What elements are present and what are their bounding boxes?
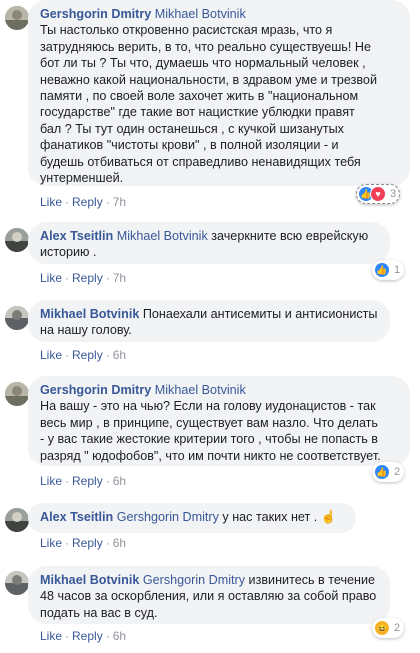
- comment-bubble: Mikhael Botvinik Gershgorin Dmitry извин…: [28, 566, 390, 624]
- comment-timestamp[interactable]: 6h: [113, 536, 126, 550]
- comment-text-line: На вашу - это на чью? Если на голову иуд…: [40, 399, 376, 414]
- comment-bubble: Mikhael Botvinik Понаехали антисемиты и …: [28, 300, 390, 342]
- comment-text-line: бал ? Ты тут один останешься , с кучкой …: [40, 121, 344, 136]
- comment-actions: Like · Reply · 7h: [40, 195, 127, 209]
- comment-text-line: унтерменшей.: [40, 171, 124, 186]
- comment-text-line: будешь отбиваться от справедливо ненавид…: [40, 154, 361, 169]
- comment-actions: Like · Reply · 7h: [40, 271, 127, 285]
- comment-bubble: Gershgorin Dmitry Mikhael Botvinik На ва…: [28, 376, 410, 466]
- reaction-count: 2: [394, 466, 401, 478]
- avatar[interactable]: [5, 508, 29, 532]
- reply-button[interactable]: Reply: [72, 348, 103, 362]
- comment-author[interactable]: Alex Tseitlin: [40, 229, 113, 243]
- comment-text-line: бот ли ты ? Ты что, думаешь что нормальн…: [40, 56, 366, 71]
- comment-mention[interactable]: Gershgorin Dmitry: [143, 573, 245, 587]
- comment-text-line: памяти , по своей воле захочет жить в "н…: [40, 89, 359, 104]
- comment-timestamp[interactable]: 6h: [113, 348, 126, 362]
- comment-text-line: весь мир , в принципе, существует вам на…: [40, 415, 378, 430]
- comment-author[interactable]: Gershgorin Dmitry: [40, 7, 151, 21]
- like-button[interactable]: Like: [40, 536, 62, 550]
- comment-timestamp[interactable]: 6h: [113, 629, 126, 643]
- reaction-summary[interactable]: 👍 2: [372, 462, 405, 482]
- comment-text-line: зачеркните всю еврейскую: [207, 229, 369, 243]
- comment-actions: Like · Reply · 6h: [40, 474, 127, 488]
- comment-text-line: фанатиков "чистоты крови" , в полной изо…: [40, 138, 339, 153]
- reply-button[interactable]: Reply: [72, 629, 103, 643]
- reply-button[interactable]: Reply: [72, 195, 103, 209]
- like-button[interactable]: Like: [40, 271, 62, 285]
- like-reaction-icon: 👍: [374, 464, 390, 480]
- comment-mention[interactable]: Mikhael Botvinik: [117, 229, 208, 243]
- comment-author[interactable]: Mikhael Botvinik: [40, 307, 139, 321]
- comment-actions: Like · Reply · 6h: [40, 629, 127, 643]
- like-button[interactable]: Like: [40, 629, 62, 643]
- comment-timestamp[interactable]: 7h: [113, 195, 126, 209]
- comment-actions: Like · Reply · 6h: [40, 536, 127, 550]
- pointing-up-emoji-icon: ☝: [320, 510, 337, 524]
- comment-bubble: Alex Tseitlin Mikhael Botvinik зачеркнит…: [28, 222, 390, 264]
- reaction-count: 3: [390, 188, 397, 200]
- reaction-summary[interactable]: 👍 1: [372, 260, 405, 280]
- comment-text-line: Ты настолько откровенно расистская мразь…: [40, 23, 333, 38]
- like-reaction-icon: 👍: [374, 262, 390, 278]
- comment-timestamp[interactable]: 7h: [113, 271, 126, 285]
- comment-text-line: неважно какой национальности, в здравом …: [40, 72, 377, 87]
- comment-author[interactable]: Mikhael Botvinik: [40, 573, 139, 587]
- comment-text-line: подать на вас в суд.: [40, 605, 158, 620]
- haha-reaction-icon: 😆: [374, 620, 390, 636]
- like-button[interactable]: Like: [40, 195, 62, 209]
- comment-text-line: затрудняюсь верить, в то, что реально су…: [40, 39, 371, 54]
- reply-button[interactable]: Reply: [72, 474, 103, 488]
- comment-timestamp[interactable]: 6h: [113, 474, 126, 488]
- comment-bubble: Gershgorin Dmitry Mikhael Botvinik Ты на…: [28, 0, 410, 186]
- reaction-count: 2: [394, 622, 401, 634]
- comment-text-line: 48 часов за оскорбления, или я оставляю …: [40, 589, 377, 604]
- comment-text-line: историю .: [40, 245, 97, 260]
- reaction-summary[interactable]: 😆 2: [372, 618, 405, 638]
- reaction-count: 1: [394, 264, 401, 276]
- like-button[interactable]: Like: [40, 474, 62, 488]
- like-button[interactable]: Like: [40, 348, 62, 362]
- comment-text-line: извинитесь в течение: [245, 573, 376, 587]
- comment-text-line: - у вас такие жестокие критерии того , ч…: [40, 432, 378, 447]
- avatar[interactable]: [5, 228, 29, 252]
- avatar[interactable]: [5, 571, 29, 595]
- avatar[interactable]: [5, 306, 29, 330]
- comment-mention[interactable]: Mikhael Botvinik: [155, 383, 246, 397]
- avatar[interactable]: [5, 6, 29, 30]
- comment-text-line: Понаехали антисемиты и антисионисты: [139, 307, 378, 321]
- love-reaction-icon: ♥: [370, 186, 386, 202]
- comment-text-line: разряд " юдофобов", что им почти никто н…: [40, 448, 381, 463]
- reaction-summary[interactable]: 👍 ♥ 3: [356, 184, 401, 204]
- comment-actions: Like · Reply · 6h: [40, 348, 127, 362]
- comment-bubble: Alex Tseitlin Gershgorin Dmitry у нас та…: [28, 503, 356, 533]
- comment-author[interactable]: Alex Tseitlin: [40, 510, 113, 524]
- comment-mention[interactable]: Gershgorin Dmitry: [117, 510, 219, 524]
- reply-button[interactable]: Reply: [72, 536, 103, 550]
- comment-mention[interactable]: Mikhael Botvinik: [155, 7, 246, 21]
- avatar[interactable]: [5, 382, 29, 406]
- comment-text-line: государстве" где такие вот нацисткие убл…: [40, 105, 355, 120]
- comment-thread: Gershgorin Dmitry Mikhael Botvinik Ты на…: [0, 0, 420, 653]
- comment-text-line: на нашу голову.: [40, 323, 132, 338]
- comment-author[interactable]: Gershgorin Dmitry: [40, 383, 151, 397]
- comment-text-line: у нас таких нет .: [218, 510, 321, 524]
- reply-button[interactable]: Reply: [72, 271, 103, 285]
